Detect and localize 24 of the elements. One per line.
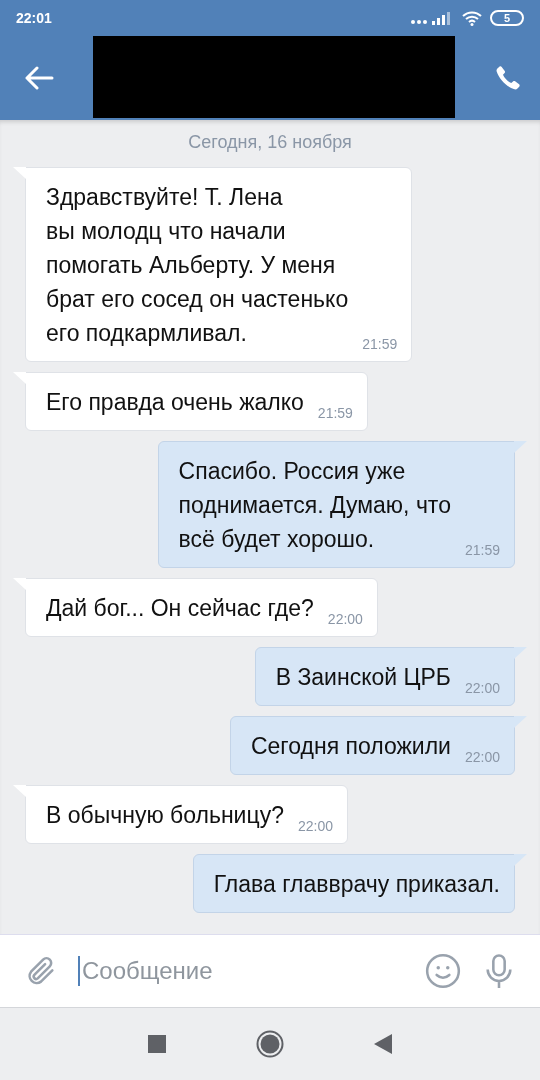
message-text: Его правда очень жалко: [46, 388, 304, 417]
message-time: 22:00: [327, 610, 363, 629]
phone-icon[interactable]: [494, 64, 522, 92]
date-divider: Сегодня, 16 ноября: [188, 132, 352, 153]
message-text: В Заинской ЦРБ: [275, 663, 451, 692]
back-arrow-icon[interactable]: [24, 66, 54, 90]
back-icon[interactable]: [374, 1034, 392, 1054]
message-time: 21:59: [464, 541, 500, 560]
wifi-icon: [461, 10, 482, 26]
message-time: 21:59: [362, 335, 398, 354]
message-text: Сегодня положили: [250, 732, 451, 761]
home-icon[interactable]: [256, 1030, 284, 1058]
status-time: 22:01: [16, 10, 52, 26]
message-text: В обычную больницу?: [46, 801, 284, 830]
message-text: Здравствуйте! Т. Лена вы молодц что начали помогать Альберту. У меня брат его сосед он частенько его подкармливал.: [46, 183, 349, 348]
battery-level: 5: [489, 10, 524, 26]
message-time: 22:00: [464, 679, 500, 698]
message-text: Глава главврачу приказал.: [213, 870, 500, 899]
smiley-icon[interactable]: [424, 952, 462, 990]
message-time: 22:00: [464, 748, 500, 767]
message-text: Дай бог... Он сейчас где?: [46, 594, 314, 623]
message-text: Спасибо. Россия уже поднимается. Думаю, что всё будет хорошо.: [178, 457, 451, 554]
message-time: 22:00: [297, 817, 333, 836]
message-time: 21:59: [317, 404, 353, 423]
